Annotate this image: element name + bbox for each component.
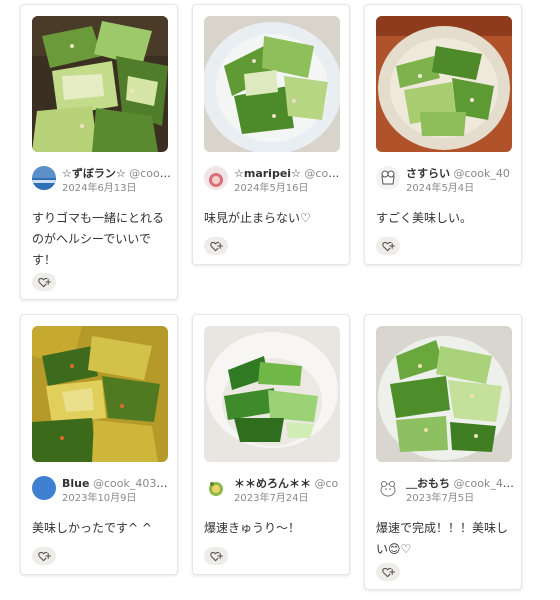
user-name[interactable]: ☆ずぼラン☆ — [62, 167, 126, 180]
post-date: 2024年5月4日 — [406, 183, 475, 194]
heart-plus-icon — [209, 551, 223, 562]
user-name[interactable]: ＊＊めろん＊＊ — [234, 477, 311, 490]
dish-photo[interactable] — [204, 16, 340, 152]
like-button[interactable] — [32, 547, 56, 565]
like-button[interactable] — [32, 273, 56, 291]
like-button[interactable] — [204, 237, 228, 255]
post-date: 2023年7月24日 — [234, 493, 309, 504]
user-handle: @co — [314, 477, 339, 490]
user-handle: @cook_403482 — [92, 477, 171, 490]
comment-text: 美味しかったです^ ^ — [32, 521, 152, 535]
post-date: 2024年6月13日 — [62, 183, 137, 194]
avatar[interactable] — [32, 476, 56, 500]
user-handle: @cook_ — [129, 167, 171, 180]
user-handle: @cook_ — [304, 167, 343, 180]
avatar[interactable] — [376, 476, 400, 500]
dish-photo[interactable] — [204, 326, 340, 462]
user-row: ＿おもち @cook_412 2023年7月5日 — [376, 476, 515, 508]
user-name[interactable]: Blue — [62, 477, 89, 490]
comment-text: 味見が止まらない♡ — [204, 211, 311, 225]
user-row: ＊＊めろん＊＊ @co 2023年7月24日 — [204, 476, 343, 508]
avatar[interactable] — [204, 166, 228, 190]
dish-photo[interactable] — [32, 16, 168, 152]
user-name-line[interactable]: さすらい @cook_40 — [406, 167, 515, 181]
dish-photo[interactable] — [32, 326, 168, 462]
user-row: ☆ずぼラン☆ @cook_ 2024年6月13日 — [32, 166, 171, 198]
comment-text: 爆速で完成！！！美味しい😊♡ — [376, 521, 509, 556]
avatar[interactable] — [376, 166, 400, 190]
heart-plus-icon — [37, 551, 51, 562]
user-name[interactable]: さすらい — [406, 167, 450, 180]
heart-plus-icon — [209, 241, 223, 252]
user-name-line[interactable]: ☆ずぼラン☆ @cook_ — [62, 167, 171, 181]
like-button[interactable] — [204, 547, 228, 565]
user-row: ☆maripei☆ @cook_ 2024年5月16日 — [204, 166, 343, 198]
user-row: Blue @cook_403482 2023年10月9日 — [32, 476, 171, 508]
review-card: Blue @cook_403482 2023年10月9日 美味しかったです^ ^ — [20, 314, 178, 575]
user-name-line[interactable]: ＊＊めろん＊＊ @co — [234, 477, 343, 491]
avatar[interactable] — [204, 476, 228, 500]
heart-plus-icon — [381, 567, 395, 578]
avatar[interactable] — [32, 166, 56, 190]
user-name-line[interactable]: ＿おもち @cook_412 — [406, 477, 515, 491]
review-card: さすらい @cook_40 2024年5月4日 すごく美味しい。 — [364, 4, 522, 265]
review-card: ＿おもち @cook_412 2023年7月5日 爆速で完成！！！美味しい😊♡ — [364, 314, 522, 590]
post-date: 2024年5月16日 — [234, 183, 309, 194]
review-card: ☆maripei☆ @cook_ 2024年5月16日 味見が止まらない♡ — [192, 4, 350, 265]
user-row: さすらい @cook_40 2024年5月4日 — [376, 166, 515, 198]
user-handle: @cook_40 — [453, 167, 510, 180]
user-name[interactable]: ☆maripei☆ — [234, 167, 301, 180]
dish-photo[interactable] — [376, 16, 512, 152]
user-name[interactable]: ＿おもち — [406, 477, 450, 490]
like-button[interactable] — [376, 237, 400, 255]
comment-text: 爆速きゅうり〜！ — [204, 521, 301, 535]
user-name-line[interactable]: ☆maripei☆ @cook_ — [234, 167, 343, 181]
heart-plus-icon — [37, 277, 51, 288]
review-card: ＊＊めろん＊＊ @co 2023年7月24日 爆速きゅうり〜！ — [192, 314, 350, 575]
post-date: 2023年7月5日 — [406, 493, 475, 504]
comment-text: すごく美味しい。 — [376, 211, 473, 225]
comment-text: すりゴマも一緒にとれるのがヘルシーでいいです！ — [32, 211, 165, 267]
dish-photo[interactable] — [376, 326, 512, 462]
heart-plus-icon — [381, 241, 395, 252]
like-button[interactable] — [376, 563, 400, 581]
user-handle: @cook_412 — [453, 477, 516, 490]
user-name-line[interactable]: Blue @cook_403482 — [62, 477, 171, 491]
review-card: ☆ずぼラン☆ @cook_ 2024年6月13日 すりゴマも一緒にとれるのがヘル… — [20, 4, 178, 300]
post-date: 2023年10月9日 — [62, 493, 137, 504]
